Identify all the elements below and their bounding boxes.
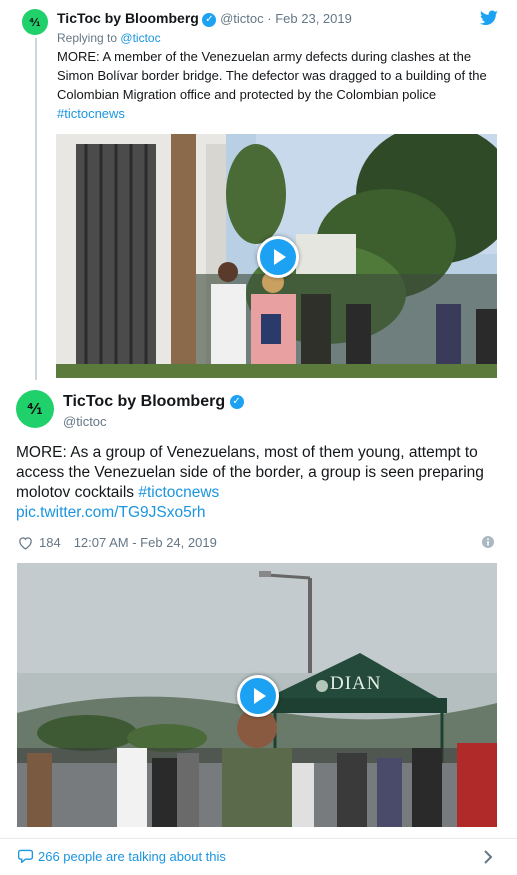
replying-to: Replying to @tictoc (57, 31, 161, 45)
media-link[interactable]: pic.twitter.com/TG9JSxo5rh (16, 504, 206, 521)
play-icon[interactable] (237, 675, 279, 717)
main-video[interactable]: DIAN (17, 563, 497, 827)
main-author-name[interactable]: TicToc by Bloomberg (63, 393, 225, 410)
main-handle[interactable]: @tictoc (63, 414, 244, 429)
tent-sign: DIAN (330, 673, 382, 694)
replying-handle-link[interactable]: @tictoc (120, 31, 160, 45)
reply-avatar[interactable]: ⁴⁄₁ (22, 9, 48, 35)
reply-hashtag-link[interactable]: #tictocnews (57, 106, 125, 121)
info-icon[interactable] (482, 536, 494, 548)
reply-text: MORE: A member of the Venezuelan army de… (57, 47, 497, 123)
main-hashtag-link[interactable]: #tictocnews (138, 484, 219, 501)
tweet-timestamp[interactable]: 12:07 AM - Feb 24, 2019 (74, 535, 217, 550)
main-avatar[interactable]: ⁴⁄₁ (16, 390, 54, 428)
engagement-row: 184 12:07 AM - Feb 24, 2019 (18, 535, 217, 550)
play-icon[interactable] (257, 236, 299, 278)
replying-label: Replying to (57, 31, 118, 45)
chevron-right-icon[interactable] (483, 850, 493, 864)
conversation-text[interactable]: 266 people are talking about this (38, 849, 226, 864)
reply-handle[interactable]: @tictoc (220, 11, 264, 26)
reply-video[interactable] (56, 134, 497, 378)
conversation-link[interactable]: 266 people are talking about this (0, 839, 517, 875)
reply-author-name[interactable]: TicToc by Bloomberg (57, 10, 199, 26)
main-body: MORE: As a group of Venezuelans, most of… (16, 444, 484, 501)
speech-bubble-icon (18, 849, 33, 863)
main-author-block: TicToc by Bloomberg ✓ @tictoc (63, 393, 244, 429)
verified-icon: ✓ (202, 12, 217, 27)
separator: · (267, 11, 272, 26)
twitter-bird-icon[interactable] (480, 10, 498, 26)
verified-icon: ✓ (229, 394, 244, 409)
main-text: MORE: As a group of Venezuelans, most of… (16, 443, 506, 523)
heart-icon[interactable] (18, 536, 33, 550)
thread-line (35, 38, 37, 380)
like-count[interactable]: 184 (39, 535, 61, 550)
reply-header: TicToc by Bloomberg ✓ @tictoc · Feb 23, … (57, 10, 352, 27)
reply-date[interactable]: Feb 23, 2019 (275, 11, 352, 26)
reply-body: MORE: A member of the Venezuelan army de… (57, 49, 487, 102)
